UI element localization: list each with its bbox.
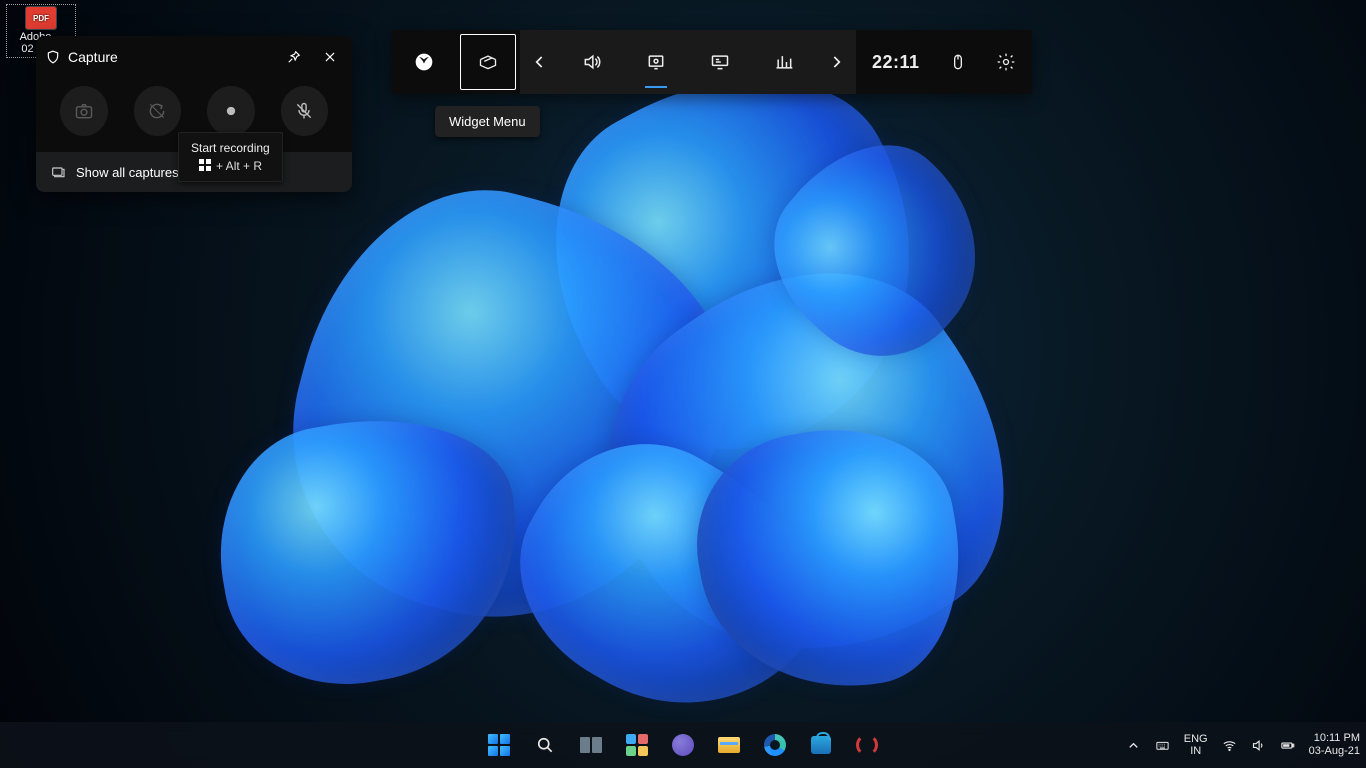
widgets-icon — [626, 734, 648, 756]
start-button[interactable] — [479, 725, 519, 765]
scroll-right-button[interactable] — [816, 30, 856, 94]
taskbar-time: 10:11 PM — [1309, 732, 1360, 745]
store-icon — [811, 736, 831, 754]
xbox-button[interactable] — [392, 30, 456, 94]
taskbar-clock[interactable]: 10:11 PM 03-Aug-21 — [1309, 732, 1360, 758]
windows-key-icon — [199, 159, 211, 171]
teams-button[interactable] — [663, 725, 703, 765]
gamebar-toolbar: 22:11 — [392, 30, 1032, 94]
volume-button[interactable] — [1251, 738, 1266, 753]
mic-off-icon — [294, 101, 314, 121]
edge-button[interactable] — [755, 725, 795, 765]
gallery-icon — [50, 164, 66, 180]
gamebar-clock: 22:11 — [856, 52, 936, 73]
resources-widget-button[interactable] — [752, 30, 816, 94]
language-line2: IN — [1184, 745, 1208, 757]
audio-widget-button[interactable] — [560, 30, 624, 94]
taskbar: ENG IN 10:11 PM 03-Aug-21 — [0, 722, 1366, 768]
close-button[interactable] — [316, 44, 344, 70]
scroll-left-button[interactable] — [520, 30, 560, 94]
opera-button[interactable] — [847, 725, 887, 765]
tooltip-shortcut: + Alt + R — [191, 159, 270, 173]
screenshot-button[interactable] — [60, 86, 108, 136]
display-icon — [710, 52, 730, 72]
widgets-button[interactable] — [617, 725, 657, 765]
battery-icon — [1280, 738, 1295, 753]
capture-title: Capture — [68, 49, 272, 65]
audio-icon — [582, 52, 602, 72]
taskview-button[interactable] — [571, 725, 611, 765]
chevron-left-icon — [530, 52, 550, 72]
file-explorer-button[interactable] — [709, 725, 749, 765]
replay-icon — [147, 101, 167, 121]
opera-icon — [856, 734, 878, 756]
mouse-icon — [948, 52, 968, 72]
pdf-icon: PDF — [26, 7, 56, 29]
chevron-right-icon — [826, 52, 846, 72]
language-indicator[interactable]: ENG IN — [1184, 733, 1208, 757]
language-line1: ENG — [1184, 733, 1208, 745]
file-explorer-icon — [718, 737, 740, 753]
camera-icon — [74, 101, 94, 121]
battery-button[interactable] — [1280, 738, 1295, 753]
tooltip-title: Start recording — [191, 141, 270, 155]
start-recording-button[interactable] — [207, 86, 255, 136]
pin-button[interactable] — [280, 44, 308, 70]
edge-icon — [764, 734, 786, 756]
wifi-button[interactable] — [1222, 738, 1237, 753]
chevron-up-icon — [1126, 738, 1141, 753]
taskbar-date: 03-Aug-21 — [1309, 745, 1360, 758]
show-all-captures-label: Show all captures — [76, 165, 179, 180]
taskview-icon — [580, 737, 602, 753]
start-icon — [488, 734, 510, 756]
search-button[interactable] — [525, 725, 565, 765]
bar-chart-icon — [774, 52, 794, 72]
close-icon — [323, 50, 337, 64]
teams-icon — [672, 734, 694, 756]
widget-menu-icon — [478, 52, 498, 72]
shield-icon — [46, 50, 60, 64]
capture-icon — [646, 52, 666, 72]
gamebar-settings-button[interactable] — [980, 30, 1032, 94]
start-recording-tooltip: Start recording + Alt + R — [178, 132, 283, 182]
store-button[interactable] — [801, 725, 841, 765]
capture-widget-button[interactable] — [624, 30, 688, 94]
tray-overflow-button[interactable] — [1126, 738, 1141, 753]
record-last-button[interactable] — [134, 86, 182, 136]
touch-keyboard-button[interactable] — [1155, 738, 1170, 753]
gear-icon — [996, 52, 1016, 72]
pin-icon — [287, 50, 301, 64]
performance-widget-button[interactable] — [688, 30, 752, 94]
record-icon — [221, 101, 241, 121]
volume-icon — [1251, 738, 1266, 753]
keyboard-icon — [1155, 738, 1170, 753]
wifi-icon — [1222, 738, 1237, 753]
widget-menu-tooltip: Widget Menu — [435, 106, 540, 137]
mic-toggle-button[interactable] — [281, 86, 329, 136]
mouse-indicator — [936, 30, 980, 94]
widget-menu-button[interactable] — [456, 30, 520, 94]
search-icon — [535, 735, 555, 755]
xbox-icon — [414, 52, 434, 72]
